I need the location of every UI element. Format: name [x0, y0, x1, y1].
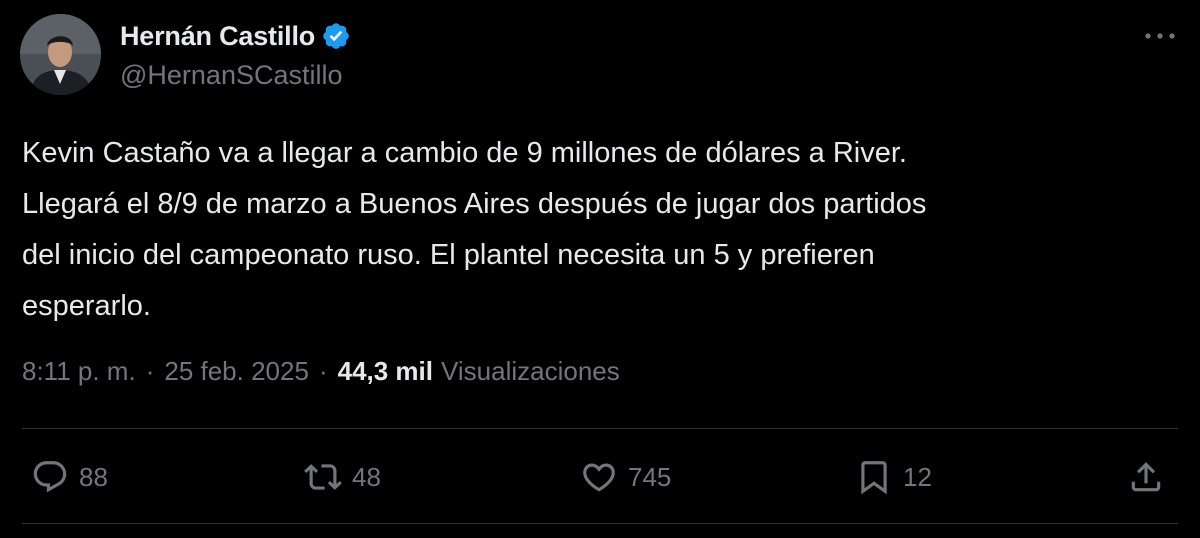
share-icon — [1131, 462, 1161, 492]
reply-count: 88 — [79, 461, 108, 492]
share-button[interactable] — [1127, 454, 1165, 500]
retweet-icon — [304, 464, 342, 490]
avatar-image — [20, 14, 101, 95]
avatar[interactable] — [20, 14, 101, 95]
action-bar: 88 48 745 12 — [0, 454, 1200, 500]
divider — [22, 523, 1178, 524]
author-handle[interactable]: @HernanSCastillo — [120, 60, 343, 91]
like-button[interactable]: 745 — [580, 454, 671, 500]
tweet-date[interactable]: 25 feb. 2025 — [164, 356, 309, 387]
reply-button[interactable]: 88 — [31, 454, 108, 500]
views-label[interactable]: Visualizaciones — [441, 356, 620, 387]
tweet-time[interactable]: 8:11 p. m. — [22, 356, 136, 387]
like-count: 745 — [628, 461, 672, 492]
views-count[interactable]: 44,3 mil — [338, 356, 433, 387]
verified-badge-icon[interactable] — [321, 21, 351, 51]
author-display-name[interactable]: Hernán Castillo — [120, 21, 315, 52]
tweet-text: Kevin Castaño va a llegar a cambio de 9 … — [22, 137, 927, 322]
reply-bubble-icon — [33, 461, 67, 493]
retweet-button[interactable]: 48 — [304, 454, 381, 500]
author-name-row: Hernán Castillo — [120, 18, 351, 54]
more-horizontal-icon[interactable] — [1142, 26, 1178, 46]
tweet-card: Hernán Castillo @HernanSCastillo Kevin C… — [0, 0, 1200, 538]
divider — [22, 428, 1178, 429]
bookmark-icon — [861, 461, 887, 495]
tweet-meta: 8:11 p. m. · 25 feb. 2025 · 44,3 mil Vis… — [22, 356, 620, 387]
meta-separator: · — [318, 356, 328, 386]
heart-icon — [583, 463, 615, 492]
bookmark-count: 12 — [903, 461, 932, 492]
retweet-count: 48 — [352, 461, 381, 492]
bookmark-button[interactable]: 12 — [855, 454, 932, 500]
meta-separator: · — [145, 356, 155, 386]
